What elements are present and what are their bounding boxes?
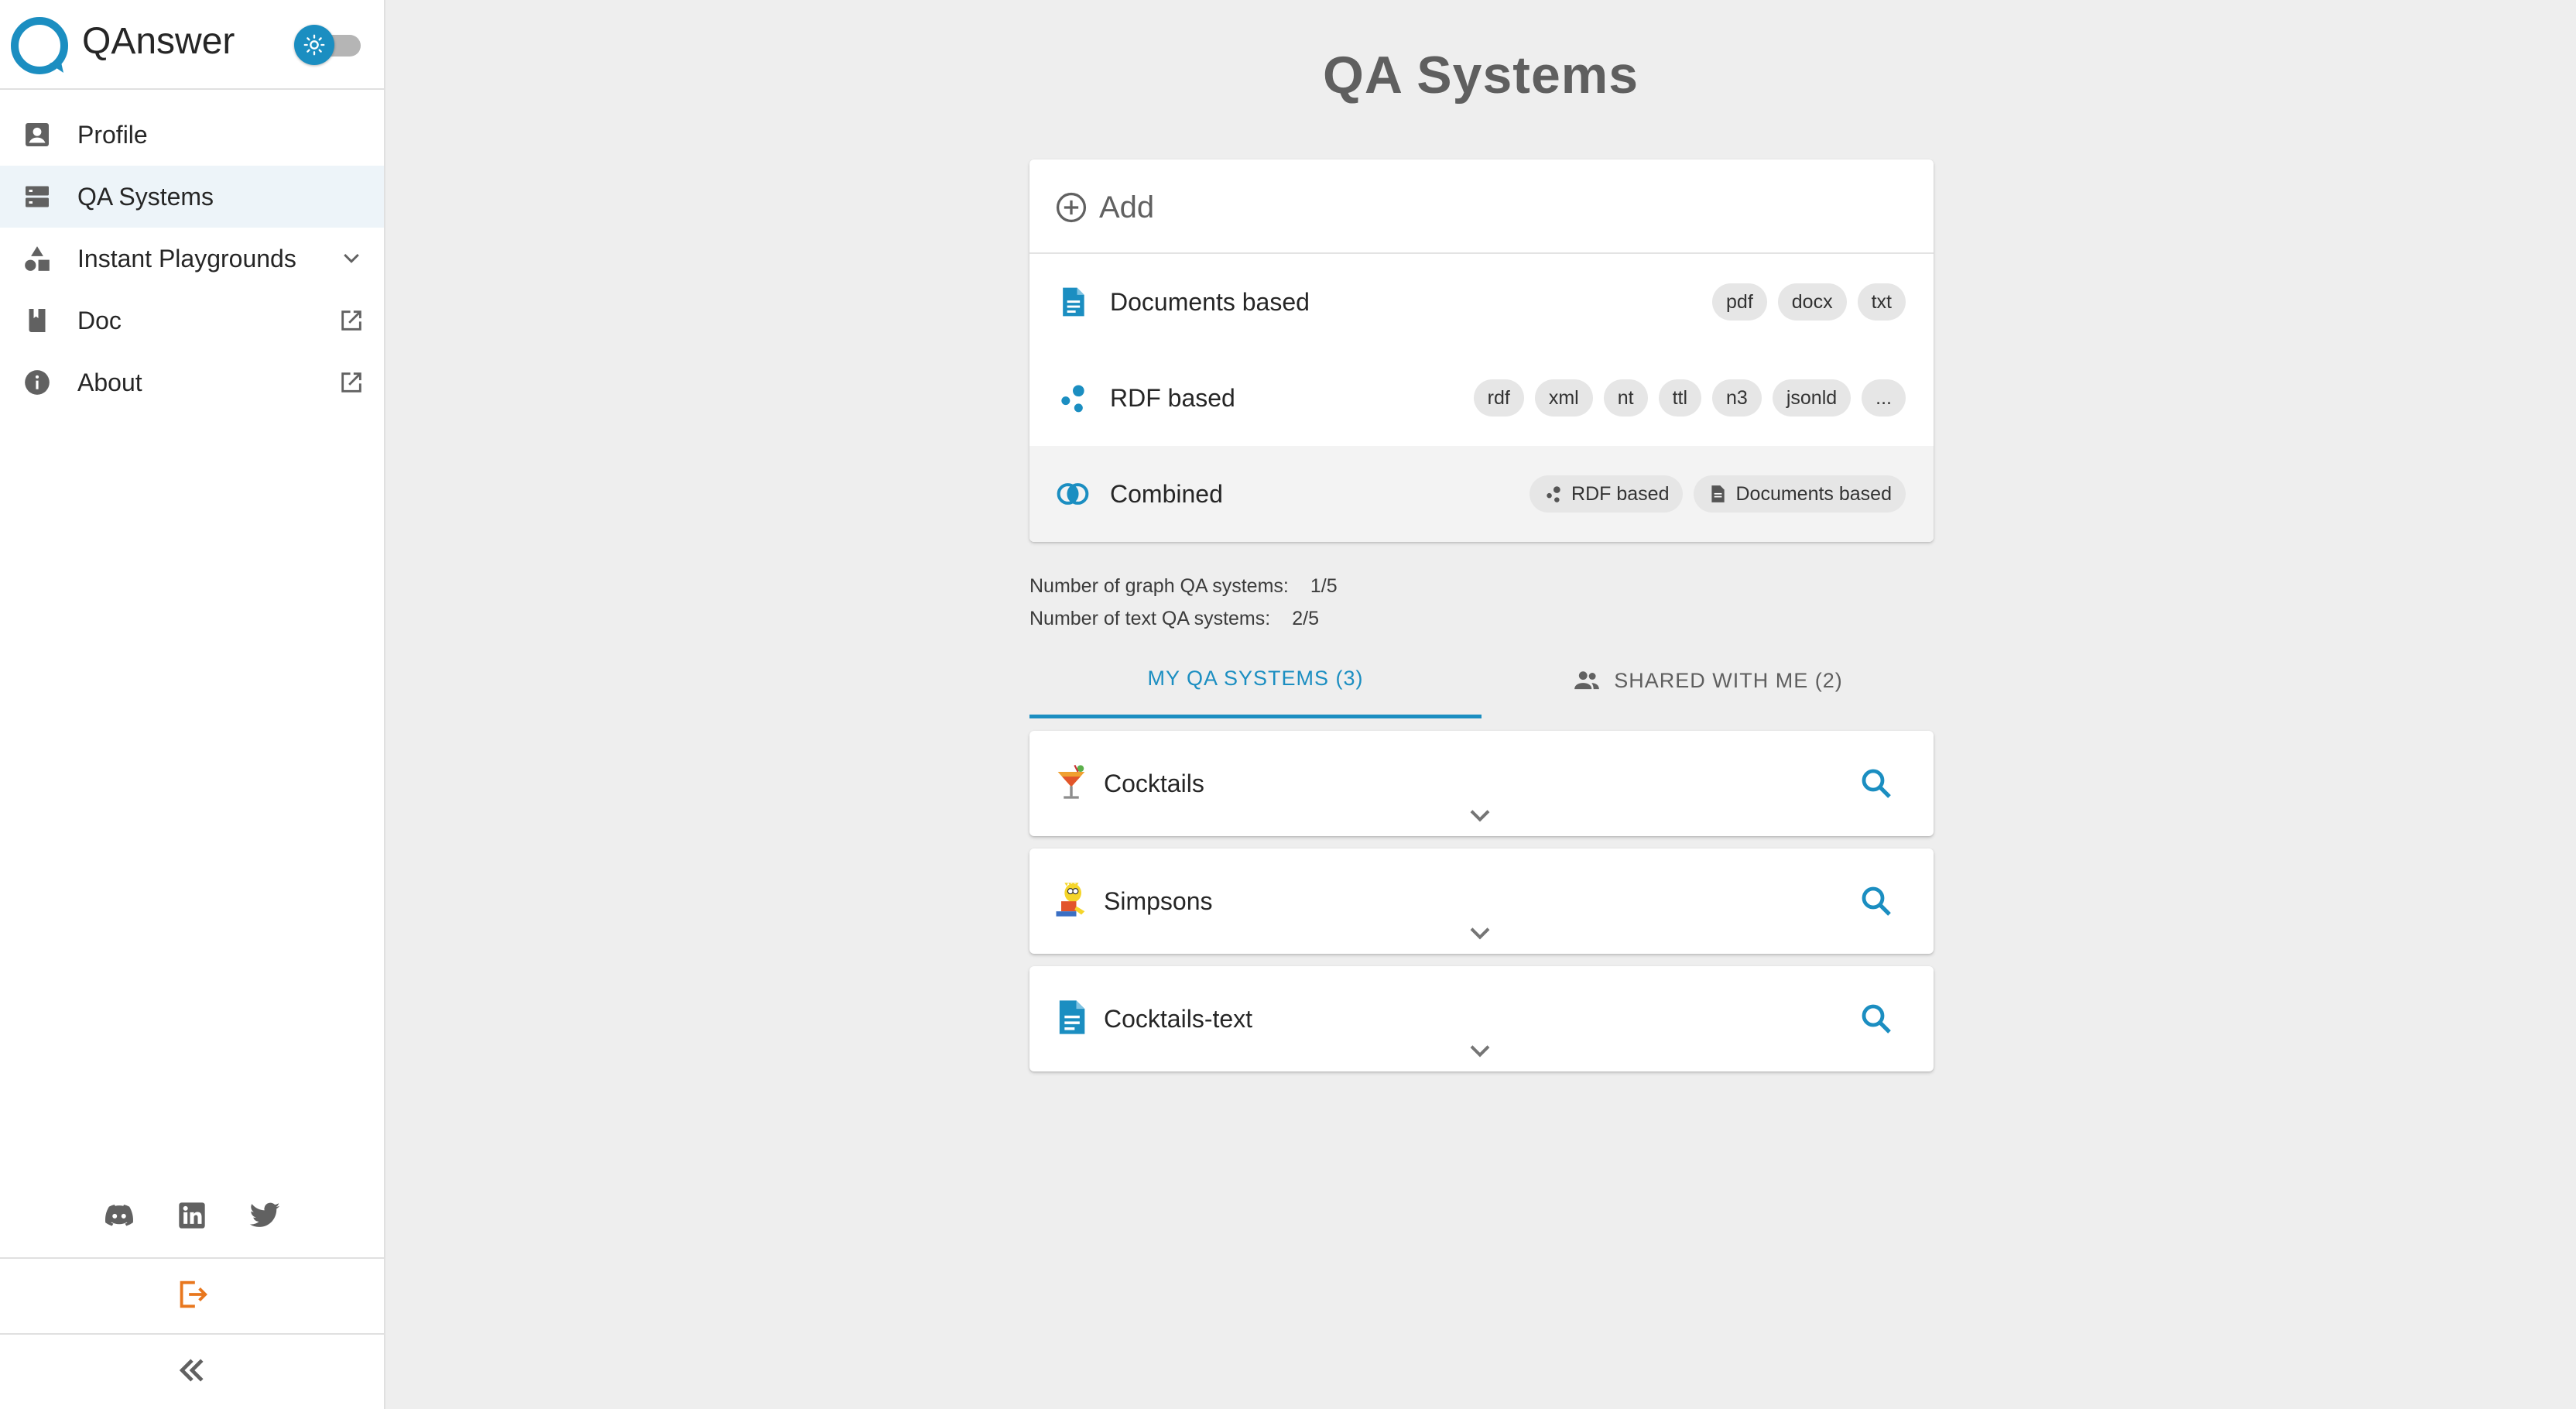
- quota-stats: Number of graph QA systems: 1/5 Number o…: [1029, 570, 1338, 635]
- tab-my-qa-systems[interactable]: MY QA SYSTEMS (3): [1029, 643, 1482, 718]
- sidebar-item-label: Doc: [77, 306, 122, 334]
- document-icon: [1063, 287, 1084, 317]
- discord-icon[interactable]: [102, 1198, 136, 1232]
- text-qa-count: Number of text QA systems: 2/5: [1029, 602, 1338, 635]
- twitter-icon[interactable]: [248, 1198, 282, 1232]
- graph-qa-count: Number of graph QA systems: 1/5: [1029, 570, 1338, 602]
- qanswer-logo-icon[interactable]: [9, 15, 70, 76]
- social-links: [0, 1192, 384, 1239]
- qa-system-name: Simpsons: [1104, 887, 1213, 915]
- qa-system-card[interactable]: Cocktails-text: [1029, 966, 1934, 1071]
- logout-button[interactable]: [0, 1257, 384, 1335]
- cocktail-icon: [1057, 764, 1085, 799]
- book-icon: [22, 305, 53, 336]
- rdf-icon: [1061, 385, 1084, 413]
- double-chevron-left-icon: [175, 1353, 209, 1391]
- page-title: QA Systems: [1322, 46, 1639, 105]
- more-formats-chip: ...: [1862, 379, 1906, 417]
- tab-shared-with-me[interactable]: SHARED WITH ME (2): [1482, 643, 1934, 718]
- sidebar-item-instant-playgrounds[interactable]: Instant Playgrounds: [0, 228, 384, 290]
- format-chip: rdf: [1473, 379, 1524, 417]
- sidebar-item-profile[interactable]: Profile: [0, 104, 384, 166]
- qa-system-name: Cocktails-text: [1104, 1005, 1253, 1033]
- search-icon[interactable]: [1858, 765, 1895, 802]
- stat-value: 1/5: [1310, 574, 1338, 597]
- document-icon: [1711, 485, 1725, 502]
- rdf-icon: [1547, 486, 1560, 502]
- add-documents-based-option[interactable]: Documents based pdf docx txt: [1029, 254, 1934, 350]
- shapes-icon: [22, 243, 53, 274]
- sidebar-item-label: QA Systems: [77, 182, 214, 211]
- brand-header: QAnswer: [0, 0, 384, 90]
- add-qa-system-card: Add Documents based pdf docx txt RDF bas…: [1029, 159, 1934, 542]
- document-icon: [1059, 1000, 1085, 1034]
- info-icon: [22, 367, 53, 398]
- sidebar-item-qa-systems[interactable]: QA Systems: [0, 166, 384, 228]
- option-label: Combined: [1110, 480, 1223, 508]
- sidebar: QAnswer Profile QA Systems Instant Playg…: [0, 0, 385, 1409]
- qa-system-name: Cocktails: [1104, 770, 1204, 797]
- external-link-icon[interactable]: [336, 367, 367, 398]
- tab-label: MY QA SYSTEMS (3): [1147, 667, 1364, 690]
- server-icon: [22, 181, 53, 212]
- profile-icon: [22, 119, 53, 150]
- format-chip: ttl: [1658, 379, 1702, 417]
- add-button[interactable]: Add: [1029, 159, 1934, 254]
- sidebar-item-label: Instant Playgrounds: [77, 244, 296, 273]
- stat-value: 2/5: [1292, 607, 1319, 629]
- format-chip: xml: [1534, 379, 1593, 417]
- format-chips: pdf docx txt: [1712, 283, 1906, 321]
- format-chips: rdf xml nt ttl n3 jsonld ...: [1473, 379, 1906, 417]
- format-chip: pdf: [1712, 283, 1767, 321]
- format-chip: txt: [1857, 283, 1906, 321]
- combined-icon: [1057, 483, 1089, 505]
- option-label: RDF based: [1110, 384, 1235, 412]
- documents-based-chip: Documents based: [1694, 475, 1906, 513]
- chevron-down-icon[interactable]: [336, 243, 367, 274]
- format-chip: jsonld: [1772, 379, 1852, 417]
- chip-label: Documents based: [1735, 482, 1892, 505]
- app-name: QAnswer: [82, 21, 235, 62]
- rdf-based-chip: RDF based: [1530, 475, 1684, 513]
- qa-system-card[interactable]: Simpsons: [1029, 848, 1934, 954]
- collapse-sidebar-button[interactable]: [0, 1335, 384, 1409]
- external-link-icon[interactable]: [336, 305, 367, 336]
- chevron-down-icon[interactable]: [1463, 1039, 1497, 1065]
- logout-icon: [174, 1277, 210, 1316]
- stat-label: Number of text QA systems:: [1029, 607, 1271, 629]
- add-rdf-based-option[interactable]: RDF based rdf xml nt ttl n3 jsonld ...: [1029, 350, 1934, 446]
- sidebar-item-about[interactable]: About: [0, 351, 384, 413]
- add-combined-option[interactable]: Combined RDF based Documents based: [1029, 446, 1934, 542]
- chevron-down-icon[interactable]: [1463, 921, 1497, 948]
- chevron-down-icon[interactable]: [1463, 804, 1497, 830]
- format-chip: nt: [1603, 379, 1648, 417]
- search-icon[interactable]: [1858, 883, 1895, 920]
- qa-tabs: MY QA SYSTEMS (3) SHARED WITH ME (2): [1029, 643, 1934, 718]
- option-label: Documents based: [1110, 288, 1310, 316]
- add-label: Add: [1099, 190, 1155, 225]
- stat-label: Number of graph QA systems:: [1029, 574, 1289, 597]
- tab-label: SHARED WITH ME (2): [1614, 668, 1843, 692]
- format-chip: docx: [1777, 283, 1847, 321]
- theme-toggle[interactable]: [294, 25, 364, 65]
- sidebar-nav: Profile QA Systems Instant Playgrounds D…: [0, 104, 384, 413]
- linkedin-icon[interactable]: [175, 1198, 209, 1232]
- sun-icon: [294, 25, 334, 65]
- sidebar-item-label: Profile: [77, 120, 148, 149]
- qa-system-card[interactable]: Cocktails: [1029, 731, 1934, 836]
- chip-label: RDF based: [1571, 482, 1670, 505]
- format-chip: n3: [1712, 379, 1762, 417]
- people-icon: [1574, 671, 1600, 690]
- sidebar-item-label: About: [77, 368, 142, 396]
- combined-chips: RDF based Documents based: [1530, 475, 1906, 513]
- sidebar-item-doc[interactable]: Doc: [0, 290, 384, 351]
- simpsons-icon: [1056, 882, 1085, 917]
- add-circle-icon: [1056, 192, 1087, 223]
- search-icon[interactable]: [1858, 1000, 1895, 1037]
